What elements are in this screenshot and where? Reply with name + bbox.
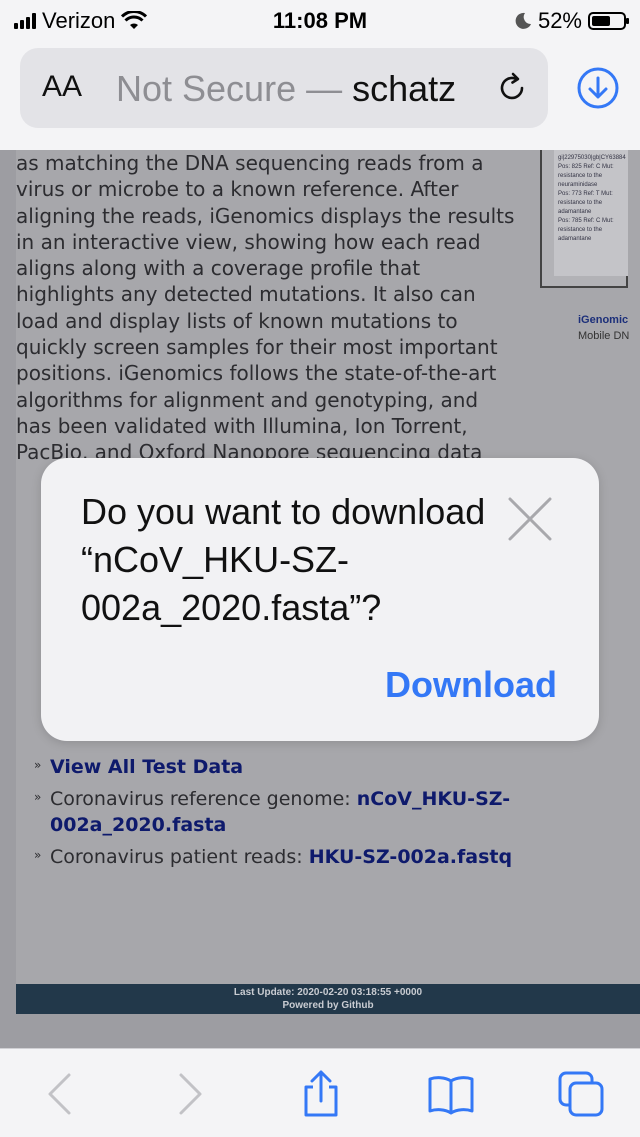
battery-percent: 52% — [537, 8, 582, 33]
footer-powered-by[interactable]: Powered by Github — [16, 999, 640, 1012]
url-text[interactable]: Not Secure — schatz — [116, 68, 496, 110]
view-test-data-link[interactable]: View All Test Data — [50, 756, 243, 778]
download-button[interactable]: Download — [385, 664, 557, 706]
download-dialog: Do you want to download “nCoV_HKU-SZ-002… — [41, 458, 599, 741]
url-domain: schatz — [352, 68, 457, 109]
page-footer: Last Update: 2020-02-20 03:18:55 +0000 P… — [16, 984, 640, 1014]
reader-settings-button[interactable]: AA — [42, 70, 82, 104]
screenshot-line: resistance to the adamantane — [558, 200, 603, 215]
back-icon[interactable] — [36, 1069, 86, 1119]
battery-icon — [588, 12, 629, 30]
link-prefix: Coronavirus patient reads: — [50, 846, 309, 868]
intro-paragraph: as matching the DNA sequencing reads fro… — [16, 151, 515, 465]
tabs-icon[interactable] — [556, 1069, 606, 1119]
caption-subtitle: Mobile DN — [578, 330, 630, 342]
close-icon[interactable] — [505, 494, 555, 544]
status-bar: Verizon 11:08 PM 52% — [0, 0, 640, 42]
screenshot-line: Pos: 773 Ref: T Mut: — [558, 191, 613, 197]
share-icon[interactable] — [296, 1069, 346, 1119]
dialog-message: Do you want to download “nCoV_HKU-SZ-002… — [81, 491, 486, 628]
downloads-icon[interactable] — [576, 66, 620, 110]
screenshot-line: resistance to the neuraminidase — [558, 173, 603, 188]
reload-icon[interactable] — [494, 70, 530, 106]
list-item: Coronavirus reference genome: nCoV_HKU-S… — [34, 784, 594, 838]
app-screenshot-image: gi|22975030|gb|CY63884 Pos: 825 Ref: C Mu… — [540, 150, 628, 288]
screenshot-line: gi|22975030|gb|CY63884 — [558, 155, 626, 161]
url-separator: — — [296, 68, 353, 109]
patient-reads-link[interactable]: HKU-SZ-002a.fastq — [309, 846, 512, 868]
bookmarks-icon[interactable] — [426, 1069, 476, 1119]
screenshot-line: Pos: 825 Ref: C Mut: — [558, 164, 614, 170]
bottom-toolbar — [0, 1048, 640, 1137]
links-list: View All Test Data Coronavirus reference… — [34, 752, 594, 876]
browser-toolbar: AA Not Secure — schatz — [0, 42, 640, 150]
screenshot-line: Pos: 785 Ref: C Mut: — [558, 218, 614, 224]
footer-last-update: Last Update: 2020-02-20 03:18:55 +0000 — [233, 987, 423, 998]
moon-icon — [515, 12, 531, 29]
aa-label: AA — [42, 70, 83, 103]
status-right: 52% — [514, 8, 629, 34]
screenshot-line: resistance to the adamantane — [558, 227, 603, 242]
list-item: View All Test Data — [34, 752, 594, 780]
forward-icon[interactable] — [164, 1069, 214, 1119]
list-item: Coronavirus patient reads: HKU-SZ-002a.f… — [34, 842, 594, 870]
caption-title[interactable]: iGenomic — [578, 314, 628, 326]
app-screenshot-content: gi|22975030|gb|CY63884 Pos: 825 Ref: C Mu… — [554, 150, 628, 276]
not-secure-label: Not Secure — [116, 68, 297, 109]
address-bar[interactable]: AA Not Secure — schatz — [20, 48, 548, 128]
link-prefix: Coronavirus reference genome: — [50, 788, 357, 810]
